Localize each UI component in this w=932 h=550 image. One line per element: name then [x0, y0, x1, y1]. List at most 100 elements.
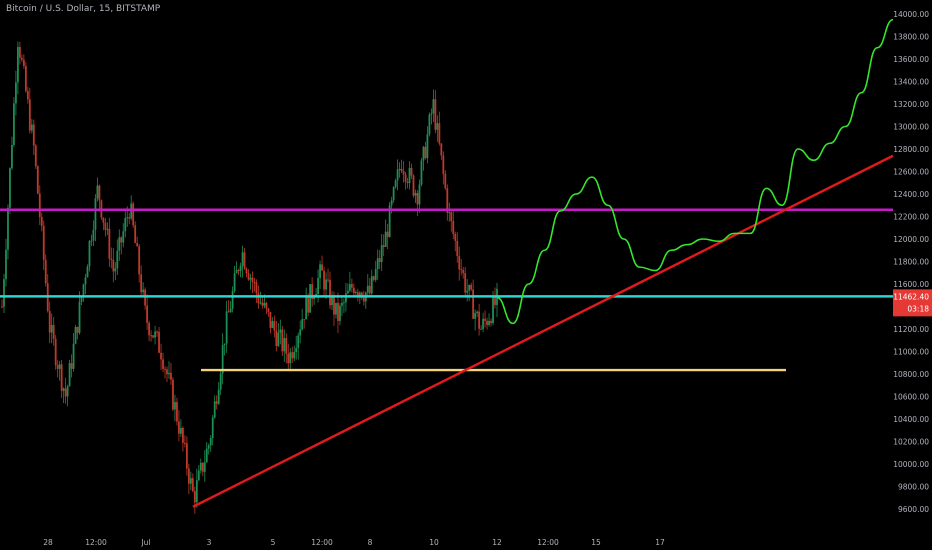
candle-body — [249, 277, 252, 280]
candle-body — [136, 242, 139, 247]
candle-body — [166, 369, 168, 375]
candle-body — [187, 468, 190, 484]
candle-body — [50, 324, 53, 333]
candle-body — [3, 279, 5, 307]
candle-body — [106, 228, 109, 230]
candle-body — [253, 282, 256, 284]
candle-body — [76, 326, 79, 333]
x-tick-label: 12:00 — [537, 538, 559, 547]
candle-body — [374, 269, 377, 280]
candle-body — [185, 443, 188, 469]
candle-body — [309, 284, 312, 313]
candle-body — [108, 228, 111, 259]
candle-body — [462, 270, 465, 274]
candle-body — [492, 296, 494, 324]
candle-body — [442, 155, 445, 174]
candle-body — [176, 402, 178, 422]
candle-body — [28, 99, 31, 131]
y-tick-label: 12200.00 — [893, 213, 929, 222]
x-tick-label: 8 — [368, 538, 373, 547]
candle-body — [321, 264, 323, 271]
projection-line — [496, 18, 894, 325]
y-tick-label: 11600.00 — [893, 280, 929, 289]
candle-body — [345, 293, 347, 303]
candle-body — [390, 200, 393, 206]
candle-body — [352, 287, 355, 294]
x-tick-label: 15 — [591, 538, 601, 547]
candle-body — [406, 181, 409, 184]
candle-body — [430, 113, 433, 115]
candle-body — [201, 462, 204, 472]
y-tick-label: 12400.00 — [893, 190, 929, 199]
candle-body — [247, 273, 250, 280]
candle-body — [229, 308, 232, 313]
candle-body — [277, 332, 280, 347]
candle-body — [275, 330, 278, 347]
candle-body — [38, 193, 41, 217]
candle-body — [211, 417, 214, 439]
candle-body — [319, 264, 321, 279]
y-tick-label: 10600.00 — [893, 393, 929, 402]
candle-body — [146, 305, 149, 323]
candle-body — [199, 462, 202, 471]
candle-body — [195, 480, 198, 503]
candle-body — [235, 270, 238, 274]
candle-body — [265, 302, 268, 309]
candle-body — [48, 310, 51, 333]
y-tick-label: 14000.00 — [893, 10, 929, 19]
ascending-trendline — [192, 154, 894, 508]
y-tick-label: 11000.00 — [893, 348, 929, 357]
candle-body — [128, 217, 131, 219]
candle-body — [478, 311, 481, 329]
candle-body — [412, 175, 415, 196]
candle-body — [207, 445, 210, 449]
candle-body — [287, 353, 290, 364]
candle-body — [170, 372, 172, 380]
candle-body — [307, 295, 310, 313]
candle-body — [13, 103, 15, 145]
price-axis: 14000.00 13800.00 13600.00 13400.00 13200.00… — [893, 10, 929, 514]
candle-body — [343, 302, 345, 304]
candle-body — [356, 292, 359, 296]
candle-body — [183, 442, 186, 444]
candle-body — [124, 218, 127, 232]
candle-body — [158, 331, 160, 353]
candle-body — [267, 308, 270, 312]
candle-body — [24, 66, 27, 91]
candle-body — [138, 246, 141, 275]
candle-body — [404, 174, 407, 182]
time-axis: 28 12:00 Jul 3 5 12:00 8 10 12 12:00 15 17 — [43, 538, 665, 547]
candle-body — [80, 297, 83, 302]
y-tick-label: 13800.00 — [893, 33, 929, 42]
candle-body — [30, 124, 33, 131]
candle-body — [148, 322, 151, 336]
candle-body — [223, 343, 226, 346]
x-tick-label: 28 — [43, 538, 53, 547]
candle-body — [22, 59, 25, 67]
x-tick-label: 5 — [271, 538, 276, 547]
price-chart[interactable]: 14000.00 13800.00 13600.00 13400.00 13200.00… — [0, 0, 932, 550]
candle-body — [88, 241, 91, 267]
candle-body — [32, 124, 35, 146]
candle-body — [350, 284, 353, 288]
candle-body — [132, 203, 135, 226]
candle-body — [42, 225, 45, 260]
candle-body — [168, 372, 170, 375]
candle-body — [313, 297, 316, 300]
candle-body — [58, 364, 61, 369]
candle-body — [301, 319, 304, 330]
candle-body — [428, 114, 431, 135]
candle-body — [376, 258, 379, 270]
candle-body — [418, 184, 421, 205]
candle-body — [174, 402, 176, 410]
y-tick-label: 10800.00 — [893, 370, 929, 379]
candle-body — [26, 90, 29, 100]
candle-body — [335, 302, 337, 315]
candle-body — [54, 338, 57, 366]
candle-body — [96, 185, 99, 199]
candle-body — [116, 250, 119, 269]
candle-body — [94, 198, 97, 230]
candle-body — [448, 212, 451, 214]
candle-body — [436, 123, 439, 130]
candle-body — [370, 276, 373, 294]
